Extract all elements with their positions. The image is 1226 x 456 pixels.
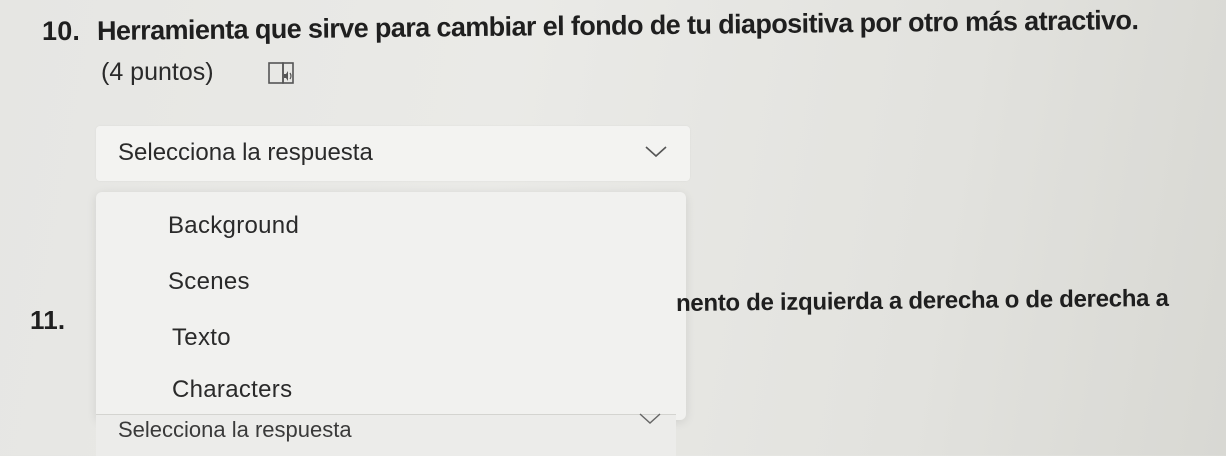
option-characters[interactable]: Characters (172, 376, 292, 404)
answer-options-menu: Background Scenes Texto Characters (96, 192, 686, 420)
option-texto[interactable]: Texto (172, 324, 231, 352)
answer-select[interactable]: Selecciona la respuesta (96, 126, 690, 181)
question-text: Herramienta que sirve para cambiar el fo… (96, 5, 1139, 46)
question-number: 10. (42, 16, 81, 46)
immersive-reader-icon[interactable] (267, 59, 297, 89)
question-points: (4 puntos) (101, 58, 214, 86)
select-placeholder: Selecciona la respuesta (118, 417, 352, 442)
question-text: nento de izquierda a derecha o de derech… (675, 284, 1169, 317)
chevron-down-icon (638, 411, 662, 432)
select-placeholder: Selecciona la respuesta (118, 139, 373, 166)
option-background[interactable]: Background (168, 212, 299, 240)
question-number: 11. (30, 305, 66, 335)
answer-select[interactable]: Selecciona la respuesta (96, 411, 676, 456)
chevron-down-icon (644, 144, 668, 165)
option-scenes[interactable]: Scenes (168, 268, 250, 296)
